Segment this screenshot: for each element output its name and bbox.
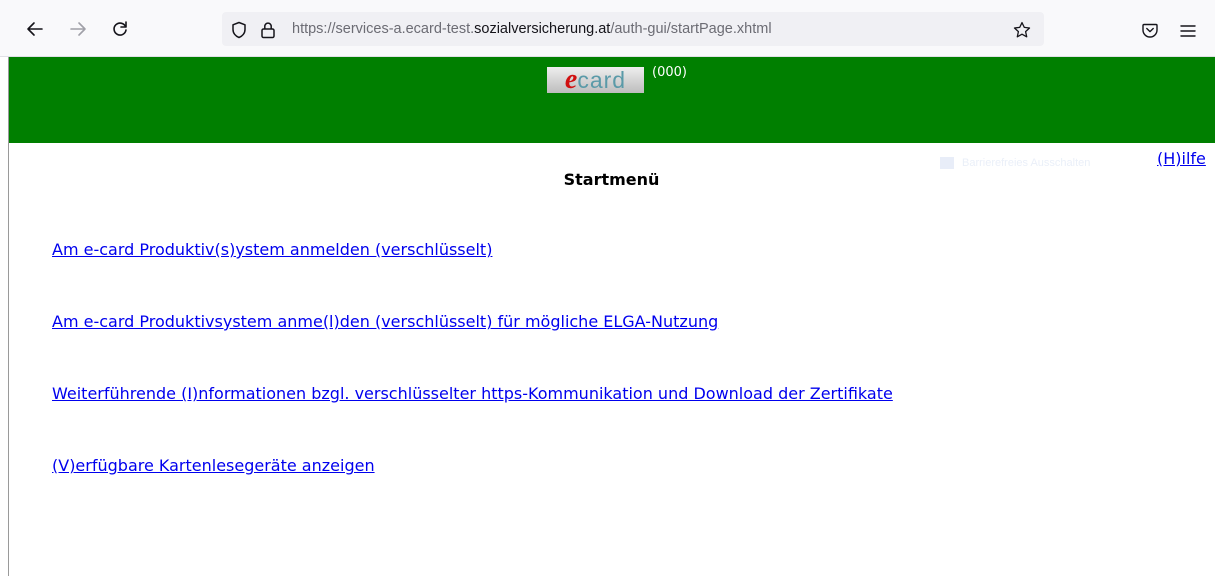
link-https-info[interactable]: Weiterführende (I)nformationen bzgl. ver…: [52, 384, 893, 403]
pocket-icon[interactable]: [1142, 23, 1158, 38]
hamburger-menu-icon[interactable]: [1180, 24, 1196, 38]
shield-icon[interactable]: [231, 21, 247, 39]
forward-button[interactable]: [63, 14, 93, 44]
browser-toolbar: https://services-a.ecard-test.sozialvers…: [0, 0, 1215, 57]
star-icon[interactable]: [1013, 21, 1031, 39]
link-login-elga[interactable]: Am e-card Produktivsystem anme(l)den (ve…: [52, 312, 718, 331]
status-code: (000): [652, 65, 687, 80]
header-bar: e card (000): [9, 57, 1215, 143]
reload-icon: [113, 21, 127, 36]
back-arrow-icon: [27, 22, 43, 36]
ecard-logo: e card: [547, 64, 644, 95]
reload-button[interactable]: [105, 14, 135, 44]
checkbox-icon: [940, 157, 954, 170]
back-button[interactable]: [20, 14, 50, 44]
link-login-productive[interactable]: Am e-card Produktiv(s)ystem anmelden (ve…: [52, 240, 492, 259]
url-host: sozialversicherung.at: [474, 21, 611, 37]
logo-e: e: [564, 64, 578, 95]
link-card-readers[interactable]: (V)erfügbare Kartenlesegeräte anzeigen: [52, 456, 375, 475]
lock-icon[interactable]: [260, 21, 276, 39]
logo-card: card: [577, 67, 627, 93]
help-link[interactable]: (H)ilfe: [1157, 149, 1206, 168]
url-prefix: https://services-a.ecard-test.: [292, 21, 475, 37]
url-text[interactable]: https://services-a.ecard-test.sozialvers…: [292, 12, 772, 46]
url-bar[interactable]: https://services-a.ecard-test.sozialvers…: [222, 12, 1044, 46]
url-path: /auth-gui/startPage.xhtml: [610, 21, 772, 37]
forward-arrow-icon: [70, 22, 86, 36]
page-title: Startmenü: [563, 170, 660, 189]
ghost-label: Barrierefreies Ausschalten: [962, 157, 1091, 169]
